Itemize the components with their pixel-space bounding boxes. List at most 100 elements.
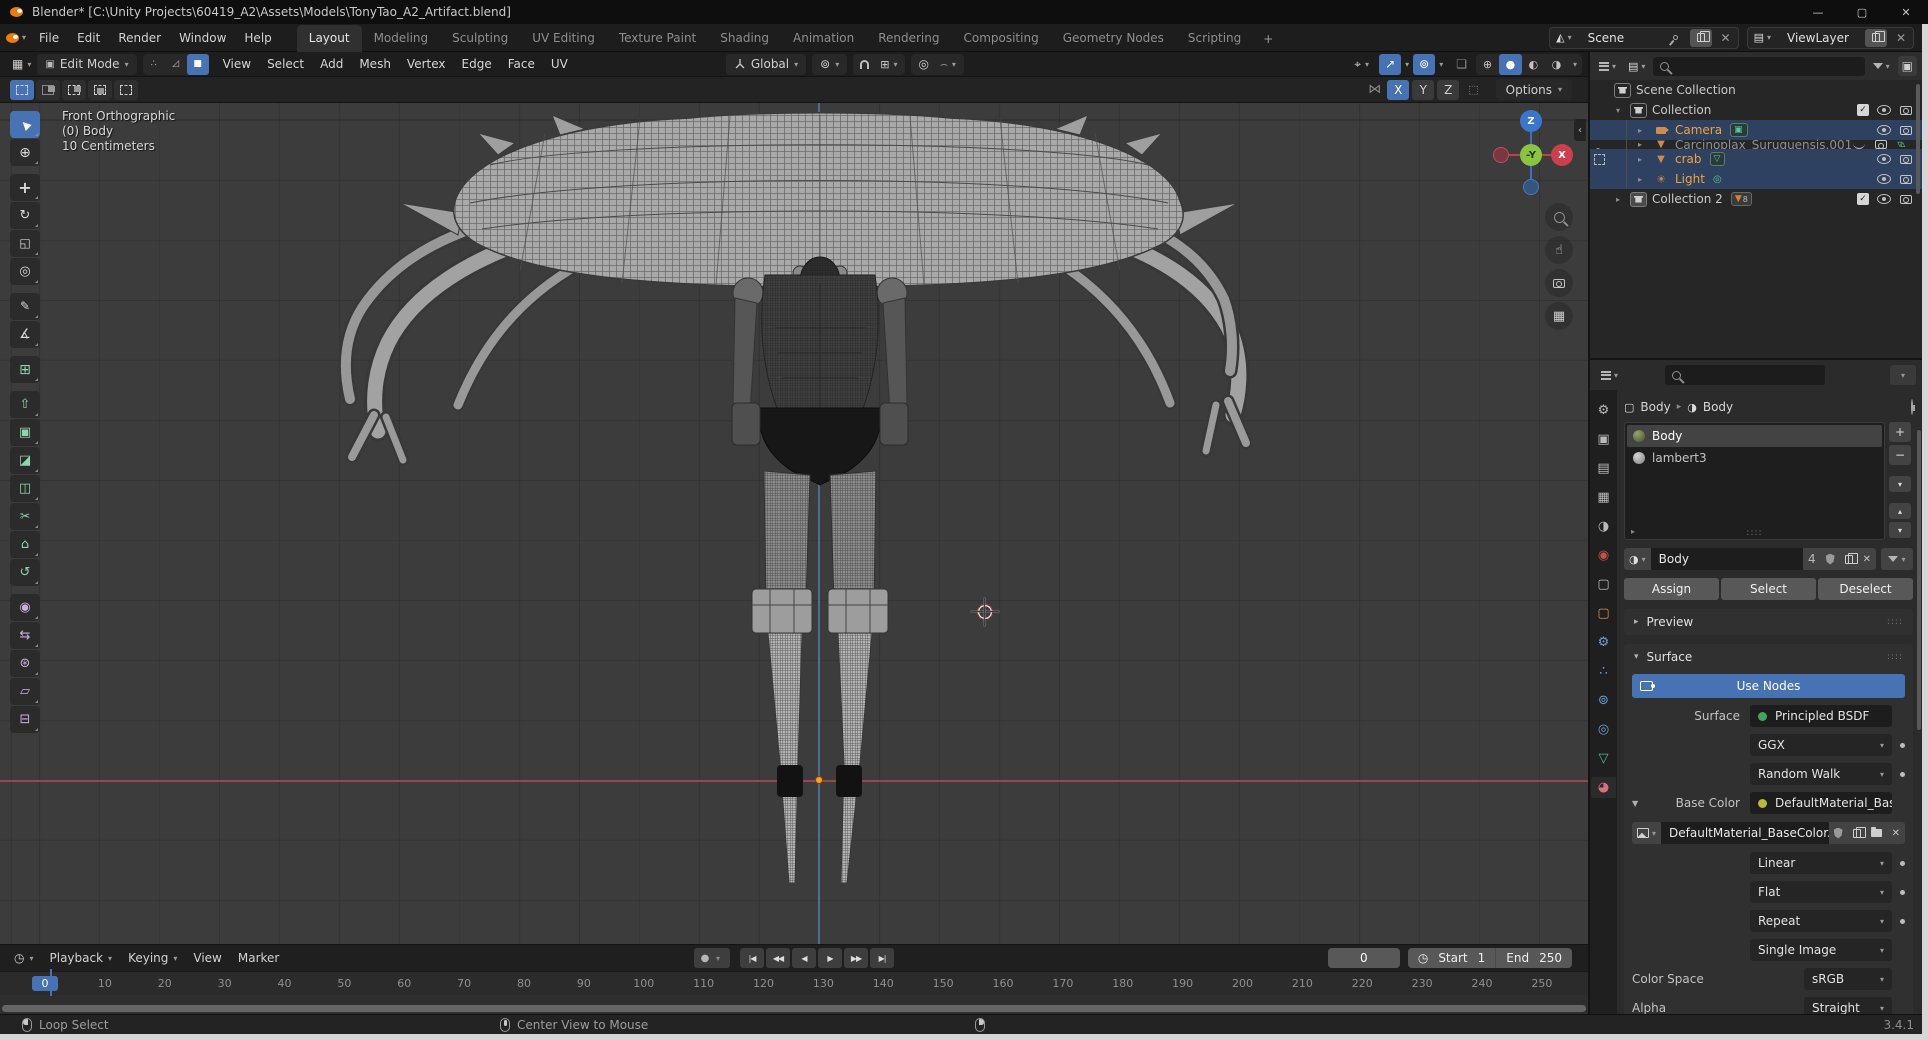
ruler-tick[interactable]: 30 xyxy=(205,977,245,990)
material-slot[interactable]: Body xyxy=(1627,425,1882,447)
workspace-tab[interactable]: Layout xyxy=(297,25,362,52)
ruler-tick[interactable]: 70 xyxy=(444,977,484,990)
base-color-field[interactable]: DefaultMaterial_BaseC... xyxy=(1750,792,1892,814)
snap-base-icon[interactable]: ⬚ xyxy=(1468,83,1478,96)
snap-to-dropdown[interactable]: ⊞▾ xyxy=(874,54,903,75)
ruler-tick[interactable]: 210 xyxy=(1282,977,1322,990)
extension-dropdown[interactable]: Repeat xyxy=(1750,910,1892,932)
workspace-tab[interactable]: Animation xyxy=(781,25,866,52)
action-button[interactable]: Deselect xyxy=(1818,578,1913,600)
action-button[interactable]: Select xyxy=(1721,578,1816,600)
render-visibility-icon[interactable] xyxy=(1900,175,1912,184)
select-mode-invert[interactable] xyxy=(88,80,112,100)
users-count[interactable]: 4 xyxy=(1803,548,1821,570)
mirror-axis-button[interactable]: Z xyxy=(1437,80,1459,100)
wireframe-shading-icon[interactable]: ⊕ xyxy=(1476,54,1499,75)
crab-model-mesh[interactable] xyxy=(0,103,1588,944)
start-frame-field[interactable]: ◷Start1 xyxy=(1408,948,1495,968)
visibility-eye-icon[interactable] xyxy=(1877,154,1891,164)
workspace-tab[interactable]: Texture Paint xyxy=(607,25,708,52)
tool-rip-region[interactable] xyxy=(10,706,40,733)
material-name-field[interactable]: Body xyxy=(1651,548,1803,570)
action-button[interactable]: Assign xyxy=(1624,578,1719,600)
tab-constraints[interactable] xyxy=(1591,719,1616,740)
interpolation-dropdown[interactable]: Linear xyxy=(1750,852,1892,874)
timeline-menu[interactable]: Marker xyxy=(230,951,287,965)
ruler-tick[interactable]: 10 xyxy=(85,977,125,990)
zoom-icon[interactable] xyxy=(1545,203,1573,231)
select-mode-subtract[interactable] xyxy=(62,80,86,100)
tab-render[interactable] xyxy=(1591,429,1616,450)
list-expander[interactable]: ▸ xyxy=(1631,527,1635,536)
tool-spin[interactable] xyxy=(10,559,40,586)
render-visibility-icon[interactable] xyxy=(1900,106,1912,115)
ortho-grid-icon[interactable]: ▦ xyxy=(1545,302,1573,330)
shading-dropdown[interactable]: ▾ xyxy=(1568,60,1582,69)
overlays-toggle[interactable]: ⊚ xyxy=(1413,54,1435,75)
tab-view-layer[interactable] xyxy=(1591,487,1616,508)
workspace-tab[interactable]: Shading xyxy=(708,25,781,52)
alpha-dropdown[interactable]: Straight xyxy=(1804,997,1892,1014)
add-workspace-button[interactable]: + xyxy=(1253,26,1283,52)
filter-dropdown[interactable]: ▾ xyxy=(1869,56,1894,76)
tab-modifiers[interactable] xyxy=(1591,632,1616,653)
workspace-tab[interactable]: Compositing xyxy=(951,25,1050,52)
maximize-icon[interactable]: ▢ xyxy=(1840,0,1884,24)
blender-menu-button[interactable]: ▾ xyxy=(0,24,30,51)
tab-world[interactable] xyxy=(1591,545,1616,566)
navigation-gizmo[interactable]: Z -Y X xyxy=(1490,109,1574,195)
visibility-eye-icon[interactable] xyxy=(1877,174,1891,184)
playhead[interactable] xyxy=(50,969,52,996)
visibility-eye-icon[interactable] xyxy=(1852,140,1866,150)
outliner-editor-type-button[interactable]: ▾ xyxy=(1595,56,1620,76)
transform-orientation-dropdown[interactable]: Global ▾ xyxy=(726,54,806,75)
preview-panel-header[interactable]: ▸ Preview :::: xyxy=(1624,609,1913,635)
timeline-menu[interactable]: View xyxy=(185,951,229,965)
gizmo-axis-x-neg[interactable] xyxy=(1493,147,1509,163)
vertex-select-icon[interactable]: ∴ xyxy=(143,54,165,75)
magnet-icon[interactable] xyxy=(855,54,874,75)
projection-dropdown[interactable]: Flat xyxy=(1750,881,1892,903)
scene-browse-button[interactable]: ◭▾ xyxy=(1550,28,1577,48)
viewport-menu[interactable]: Face xyxy=(500,57,543,71)
visibility-eye-icon[interactable] xyxy=(1877,194,1891,204)
sidebar-collapse-arrow[interactable]: ‹ xyxy=(1574,119,1586,141)
outliner-row-label[interactable]: Camera xyxy=(1675,123,1722,137)
camera-view-icon[interactable] xyxy=(1545,269,1573,297)
ruler-tick[interactable]: 120 xyxy=(744,977,784,990)
tool-add-cube[interactable] xyxy=(10,356,40,383)
timeline-menu[interactable]: Keying xyxy=(120,951,185,965)
use-nodes-button[interactable]: Use Nodes xyxy=(1632,674,1905,698)
new-collection-button[interactable]: ▣ xyxy=(1898,56,1917,76)
ruler-tick[interactable]: 20 xyxy=(145,977,185,990)
ruler-tick[interactable]: 220 xyxy=(1342,977,1382,990)
browse-material-button[interactable]: ◑▾ xyxy=(1624,548,1651,570)
current-frame-field[interactable]: 0 xyxy=(1328,948,1400,968)
tab-output[interactable] xyxy=(1591,458,1616,479)
ruler-tick[interactable]: 80 xyxy=(504,977,544,990)
tool-edge-slide[interactable] xyxy=(10,622,40,649)
tool-extrude-region[interactable] xyxy=(10,391,40,418)
select-mode-extend[interactable] xyxy=(36,80,60,100)
viewport-menu[interactable]: View xyxy=(215,57,259,71)
mirror-axis-button[interactable]: Y xyxy=(1412,80,1434,100)
scene-name[interactable]: Scene xyxy=(1578,31,1664,45)
unlink-material-icon[interactable]: ✕ xyxy=(1858,548,1876,570)
topbar-menu[interactable]: Help xyxy=(235,24,280,51)
show-gizmo-dropdown[interactable]: ⌖▾ xyxy=(1348,54,1375,75)
subsurface-method-dropdown[interactable]: Random Walk xyxy=(1750,763,1892,785)
unlink-image-icon[interactable]: ✕ xyxy=(1887,822,1905,844)
ruler-tick[interactable]: 40 xyxy=(265,977,305,990)
properties-search-input[interactable] xyxy=(1665,365,1825,385)
tool-annotate[interactable] xyxy=(10,293,40,320)
end-frame-field[interactable]: End250 xyxy=(1495,948,1572,968)
tool-rotate[interactable] xyxy=(10,202,40,229)
material-specials-dropdown[interactable]: ▾ xyxy=(1881,548,1913,570)
outliner-row-label[interactable]: Light xyxy=(1675,172,1705,186)
outliner-search-input[interactable] xyxy=(1653,57,1864,76)
remove-slot-button[interactable]: − xyxy=(1889,445,1911,465)
tool-select-box[interactable] xyxy=(10,111,40,138)
viewport-menu[interactable]: Mesh xyxy=(351,57,399,71)
tool-cursor[interactable] xyxy=(10,139,40,166)
viewport-menu[interactable]: Edge xyxy=(454,57,500,71)
